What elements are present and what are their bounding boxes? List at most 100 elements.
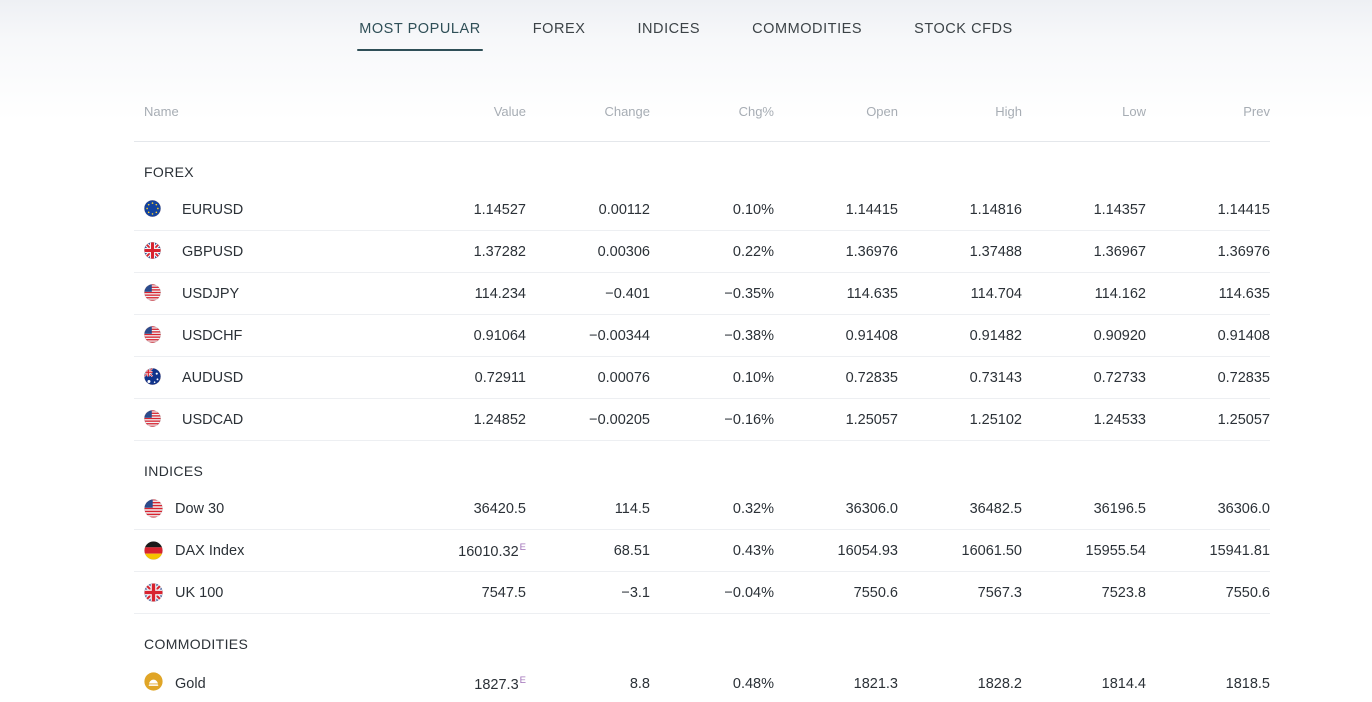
value-text: 36420.5 — [473, 500, 526, 517]
value-text: 0.72911 — [474, 369, 526, 386]
high-cell: 0.73143 — [969, 369, 1022, 386]
instrument-label: USDCHF — [182, 327, 243, 344]
low-cell: 1.14357 — [1093, 201, 1146, 218]
instrument-name-cell[interactable]: USDJPY — [134, 273, 408, 315]
table-row[interactable]: USDCAD 1.24852 −0.00205 −0.16% 1.25057 1.2510… — [134, 399, 1270, 441]
instrument-name-cell[interactable]: USDCAD — [134, 399, 408, 441]
low-cell: 15955.54 — [1085, 542, 1146, 559]
tab-most-popular[interactable]: MOST POPULAR — [333, 17, 507, 51]
value-cell: 1.14527 — [408, 189, 526, 231]
instrument-name-cell[interactable]: DAX Index — [134, 530, 408, 572]
tab-forex[interactable]: FOREX — [507, 17, 612, 51]
low-cell: 7523.8 — [1101, 584, 1146, 601]
open-cell: 1.36976 — [845, 243, 898, 260]
instrument-name-cell[interactable]: AUDUSD — [134, 357, 408, 399]
high-cell: 1.25102 — [969, 411, 1022, 428]
section-title: COMMODITIES — [144, 636, 249, 652]
value-cell: 36420.5 — [408, 488, 526, 530]
table-row[interactable]: Gold 1827.3E 8.8 0.48% 1821.3 1828.2 1814.4 181… — [134, 661, 1270, 702]
flag-pair-us-ca — [144, 410, 170, 429]
chg-percent-cell: 0.32% — [732, 500, 774, 517]
column-header-open[interactable]: Open — [774, 104, 898, 142]
section-header-row: INDICES — [134, 441, 1270, 489]
tab-indices[interactable]: INDICES — [611, 17, 726, 51]
value-text: 7547.5 — [481, 584, 526, 601]
chg-percent-cell: 0.22% — [732, 243, 774, 260]
instrument-name-cell[interactable]: EURUSD — [134, 189, 408, 231]
value-cell: 7547.5 — [408, 572, 526, 614]
value-text: 1827.3 — [474, 676, 519, 693]
chg-percent-cell: 0.10% — [732, 201, 774, 218]
column-header-high[interactable]: High — [898, 104, 1022, 142]
instrument-label: USDJPY — [182, 285, 240, 302]
change-cell: −3.1 — [621, 584, 650, 601]
market-overview-table-container: Name Value Change Chg% Open High Low Prev FOREX — [134, 104, 1270, 702]
change-cell: 0.00076 — [597, 369, 650, 386]
section-title: INDICES — [144, 463, 204, 479]
column-header-prev[interactable]: Prev — [1146, 104, 1270, 142]
column-header-name[interactable]: Name — [134, 104, 408, 142]
high-cell: 1.14816 — [969, 201, 1022, 218]
chg-percent-cell: −0.38% — [724, 327, 774, 344]
column-header-low[interactable]: Low — [1022, 104, 1146, 142]
table-row[interactable]: USDJPY 114.234 −0.401 −0.35% 114.635 114.704 1… — [134, 273, 1270, 315]
change-cell: 0.00306 — [597, 243, 650, 260]
value-cell: 1.37282 — [408, 231, 526, 273]
open-cell: 16054.93 — [837, 542, 898, 559]
value-text: 1.24852 — [473, 411, 526, 428]
high-cell: 1828.2 — [977, 675, 1022, 692]
category-tab-bar[interactable]: MOST POPULAR FOREX INDICES COMMODITIES STOCK… — [0, 0, 1372, 72]
table-body: FOREX EURUSD 1.14527 0.00112 0.10% 1.144… — [134, 142, 1270, 702]
market-quotes-table: Name Value Change Chg% Open High Low Prev FOREX — [134, 104, 1270, 702]
prev-cell: 0.91408 — [1217, 327, 1270, 344]
estimate-marker: E — [519, 674, 526, 686]
low-cell: 1.24533 — [1093, 411, 1146, 428]
low-cell: 114.162 — [1094, 285, 1146, 302]
open-cell: 0.91408 — [845, 327, 898, 344]
flag-us — [144, 499, 163, 518]
instrument-name-cell[interactable]: USDCHF — [134, 315, 408, 357]
value-cell: 1.24852 — [408, 399, 526, 441]
instrument-label: AUDUSD — [182, 369, 244, 386]
column-header-change[interactable]: Change — [526, 104, 650, 142]
change-cell: 68.51 — [613, 542, 650, 559]
table-row[interactable]: Dow 30 36420.5 114.5 0.32% 36306.0 36482.5 361… — [134, 488, 1270, 530]
table-row[interactable]: EURUSD 1.14527 0.00112 0.10% 1.14415 1.14816 1… — [134, 189, 1270, 231]
instrument-label: EURUSD — [182, 201, 244, 218]
table-row[interactable]: USDCHF 0.91064 −0.00344 −0.38% 0.91408 0.9148… — [134, 315, 1270, 357]
gold-icon — [144, 672, 163, 695]
chg-percent-cell: 0.48% — [732, 675, 774, 692]
section-header-row: FOREX — [134, 142, 1270, 190]
flag-pair-us-ch — [144, 326, 170, 345]
instrument-name-cell[interactable]: Gold — [134, 661, 408, 702]
value-text: 0.91064 — [473, 327, 526, 344]
value-cell: 0.91064 — [408, 315, 526, 357]
prev-cell: 1818.5 — [1225, 675, 1270, 692]
high-cell: 114.704 — [970, 285, 1022, 302]
change-cell: 0.00112 — [598, 201, 650, 218]
instrument-name-cell[interactable]: UK 100 — [134, 572, 408, 614]
table-row[interactable]: AUDUSD 0.72911 0.00076 0.10% 0.72835 0.73143 0… — [134, 357, 1270, 399]
value-text: 1.14527 — [473, 201, 526, 218]
table-row[interactable]: UK 100 7547.5 −3.1 −0.04% 7550.6 7567.3 7523.8… — [134, 572, 1270, 614]
table-row[interactable]: DAX Index 16010.32E 68.51 0.43% 16054.93 1606… — [134, 530, 1270, 572]
value-cell: 0.72911 — [408, 357, 526, 399]
flag-pair-us-jp — [144, 284, 170, 303]
chg-percent-cell: 0.43% — [732, 542, 774, 559]
instrument-name-cell[interactable]: GBPUSD — [134, 231, 408, 273]
low-cell: 36196.5 — [1093, 500, 1146, 517]
instrument-label: USDCAD — [182, 411, 244, 428]
open-cell: 1.14415 — [845, 201, 898, 218]
estimate-marker: E — [519, 541, 526, 553]
instrument-name-cell[interactable]: Dow 30 — [134, 488, 408, 530]
change-cell: −0.401 — [605, 285, 650, 302]
column-header-value[interactable]: Value — [408, 104, 526, 142]
table-row[interactable]: GBPUSD 1.37282 0.00306 0.22% 1.36976 1.37488 1… — [134, 231, 1270, 273]
open-cell: 1821.3 — [853, 675, 898, 692]
column-header-chgpct[interactable]: Chg% — [650, 104, 774, 142]
tab-stock-cfds[interactable]: STOCK CFDS — [888, 17, 1039, 51]
flag-gb — [144, 583, 163, 602]
flag-pair-gb-us — [144, 242, 170, 261]
instrument-label: Dow 30 — [175, 500, 225, 517]
tab-commodities[interactable]: COMMODITIES — [726, 17, 888, 51]
